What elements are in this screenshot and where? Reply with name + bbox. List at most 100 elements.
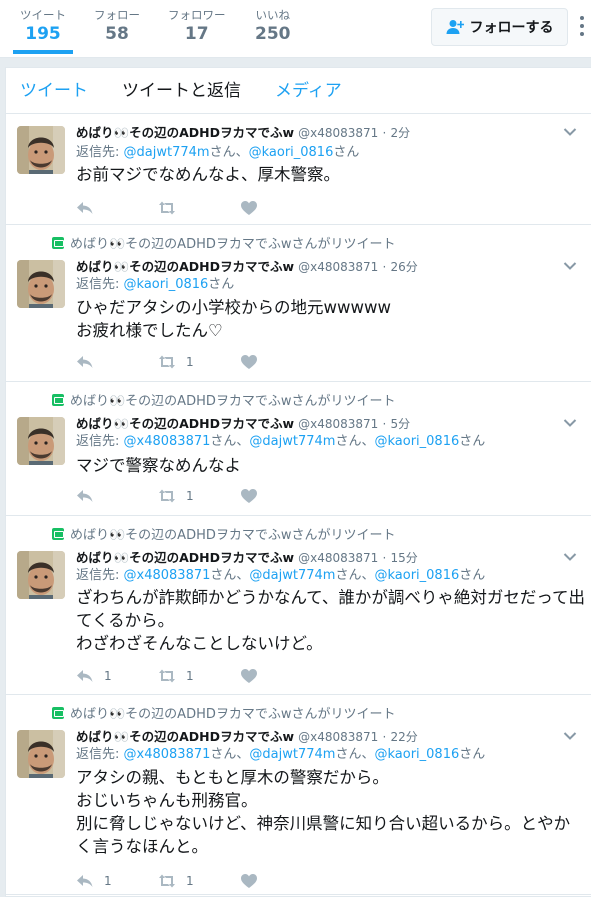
- avatar[interactable]: [17, 551, 65, 599]
- stat-label: フォロワー: [168, 8, 226, 22]
- reply-icon: [77, 202, 93, 214]
- avatar-photo: [17, 417, 65, 465]
- tweet-item[interactable]: めばり👀その辺のADHDヲカマでふwさんがリツイート めばり👀その辺のADHDヲ…: [6, 382, 591, 516]
- stat-tweets[interactable]: ツイート 195: [13, 7, 73, 54]
- tab-media[interactable]: メディア: [275, 80, 342, 102]
- mention-suffix: さん、: [210, 747, 250, 762]
- mention-link[interactable]: @dajwt774m: [249, 747, 335, 762]
- reply-to-label: 返信先:: [76, 568, 120, 583]
- vertical-dots-icon[interactable]: [577, 16, 587, 40]
- mention-link[interactable]: @dajwt774m: [249, 434, 335, 449]
- display-name[interactable]: めばり👀その辺のADHDヲカマでふw: [76, 550, 294, 565]
- tweet-header: めばり👀その辺のADHDヲカマでふw @x48083871 · 26分: [76, 258, 418, 277]
- avatar[interactable]: [17, 260, 65, 308]
- retweet-context-icon: [52, 527, 64, 540]
- like-button[interactable]: [240, 200, 322, 216]
- tweet-item[interactable]: めばり👀その辺のADHDヲカマでふwさんがリツイート めばり👀その辺のADHDヲ…: [6, 516, 591, 695]
- mention-link[interactable]: @x48083871: [124, 434, 211, 449]
- mention-link[interactable]: @kaori_0816: [124, 277, 209, 292]
- like-button[interactable]: [240, 668, 322, 684]
- separator-dot: ·: [382, 417, 387, 431]
- stat-value: 17: [184, 24, 209, 44]
- stat-followers[interactable]: フォロワー 17: [168, 7, 226, 45]
- mention-link[interactable]: @dajwt774m: [249, 568, 335, 583]
- user-handle[interactable]: @x48083871: [298, 260, 378, 274]
- mention-link[interactable]: @kaori_0816: [374, 434, 459, 449]
- avatar-photo: [17, 551, 65, 599]
- mention-suffix: さん、: [335, 747, 375, 762]
- reply-button[interactable]: [76, 354, 158, 370]
- tweet-item[interactable]: めばり👀その辺のADHDヲカマでふwさんがリツイート めばり👀その辺のADHDヲ…: [6, 225, 591, 382]
- tweet-timestamp[interactable]: 22分: [390, 730, 417, 744]
- stat-following[interactable]: フォロー 58: [94, 7, 140, 45]
- timeline-panel: ツイート ツイートと返信 メディア めばり👀その辺のADHDヲカマでふw @x4…: [5, 67, 591, 897]
- retweet-context: めばり👀その辺のADHDヲカマでふwさんがリツイート: [52, 703, 396, 722]
- retweet-button[interactable]: 1: [158, 488, 240, 504]
- avatar[interactable]: [17, 417, 65, 465]
- display-name[interactable]: めばり👀その辺のADHDヲカマでふw: [76, 416, 294, 431]
- tweet-header: めばり👀その辺のADHDヲカマでふw @x48083871 · 15分: [76, 549, 418, 568]
- chevron-down-icon[interactable]: [563, 127, 577, 137]
- reply-button[interactable]: 1: [76, 873, 158, 889]
- retweet-context-text: めばり👀その辺のADHDヲカマでふwさんがリツイート: [70, 394, 396, 409]
- retweet-icon: [159, 355, 175, 369]
- retweet-button[interactable]: 1: [158, 873, 240, 889]
- tweet-timestamp[interactable]: 2分: [390, 126, 410, 140]
- retweet-button[interactable]: [158, 200, 240, 216]
- like-button[interactable]: [240, 873, 322, 889]
- tweet-timestamp[interactable]: 5分: [390, 417, 410, 431]
- user-handle[interactable]: @x48083871: [298, 551, 378, 565]
- reply-button[interactable]: 1: [76, 668, 158, 684]
- tweet-timestamp[interactable]: 15分: [390, 551, 417, 565]
- retweet-context-text: めばり👀その辺のADHDヲカマでふwさんがリツイート: [70, 528, 396, 543]
- chevron-down-icon[interactable]: [563, 731, 577, 741]
- tweet-item[interactable]: めばり👀その辺のADHDヲカマでふwさんがリツイート めばり👀その辺のADHDヲ…: [6, 695, 591, 895]
- display-name[interactable]: めばり👀その辺のADHDヲカマでふw: [76, 729, 294, 744]
- like-button[interactable]: [240, 354, 322, 370]
- stat-value: 58: [105, 24, 129, 44]
- follow-button[interactable]: フォローする: [431, 8, 568, 46]
- avatar[interactable]: [17, 126, 65, 174]
- tweet-text: マジで警察なめんなよ: [76, 456, 241, 475]
- stat-value: 250: [255, 24, 291, 44]
- chevron-down-icon[interactable]: [563, 552, 577, 562]
- display-name[interactable]: めばり👀その辺のADHDヲカマでふw: [76, 259, 294, 274]
- heart-icon: [241, 489, 257, 503]
- like-button[interactable]: [240, 488, 322, 504]
- reply-to-label: 返信先:: [76, 747, 120, 762]
- retweet-context-icon: [52, 393, 64, 406]
- chevron-down-icon[interactable]: [563, 418, 577, 428]
- tweet-timestamp[interactable]: 26分: [390, 260, 417, 274]
- retweet-context-icon: [52, 236, 64, 249]
- tweet-actions: 1: [76, 353, 322, 371]
- reply-icon: [77, 670, 93, 682]
- mention-link[interactable]: @kaori_0816: [374, 747, 459, 762]
- chevron-down-icon[interactable]: [563, 261, 577, 271]
- mention-suffix: さん、: [335, 434, 375, 449]
- reply-icon: [77, 490, 93, 502]
- mention-link[interactable]: @x48083871: [124, 747, 211, 762]
- tweet-text: ざわちんが詐欺師かどうかなんて、誰かが調べりゃ絶対ガセだって出てくるから。 わざ…: [76, 588, 586, 653]
- user-handle[interactable]: @x48083871: [298, 730, 378, 744]
- reply-to-label: 返信先:: [76, 434, 120, 449]
- mention-link[interactable]: @kaori_0816: [249, 145, 334, 160]
- tab-tweets-and-replies[interactable]: ツイートと返信: [122, 80, 241, 102]
- retweet-button[interactable]: 1: [158, 354, 240, 370]
- heart-icon: [241, 355, 257, 369]
- retweet-button[interactable]: 1: [158, 668, 240, 684]
- mention-link[interactable]: @kaori_0816: [374, 568, 459, 583]
- reply-to-line: 返信先: @x48083871さん、@dajwt774mさん、@kaori_08…: [76, 746, 485, 764]
- tab-tweets[interactable]: ツイート: [20, 80, 88, 102]
- mention-suffix: さん: [333, 145, 360, 160]
- user-handle[interactable]: @x48083871: [298, 126, 378, 140]
- retweet-context: めばり👀その辺のADHDヲカマでふwさんがリツイート: [52, 524, 396, 543]
- mention-link[interactable]: @dajwt774m: [124, 145, 210, 160]
- reply-button[interactable]: [76, 488, 158, 504]
- stat-likes[interactable]: いいね 250: [255, 7, 291, 45]
- mention-link[interactable]: @x48083871: [124, 568, 211, 583]
- tweet-item[interactable]: めばり👀その辺のADHDヲカマでふw @x48083871 · 2分 返信先: …: [6, 114, 591, 225]
- reply-button[interactable]: [76, 200, 158, 216]
- display-name[interactable]: めばり👀その辺のADHDヲカマでふw: [76, 125, 294, 140]
- avatar[interactable]: [17, 730, 65, 778]
- user-handle[interactable]: @x48083871: [298, 417, 378, 431]
